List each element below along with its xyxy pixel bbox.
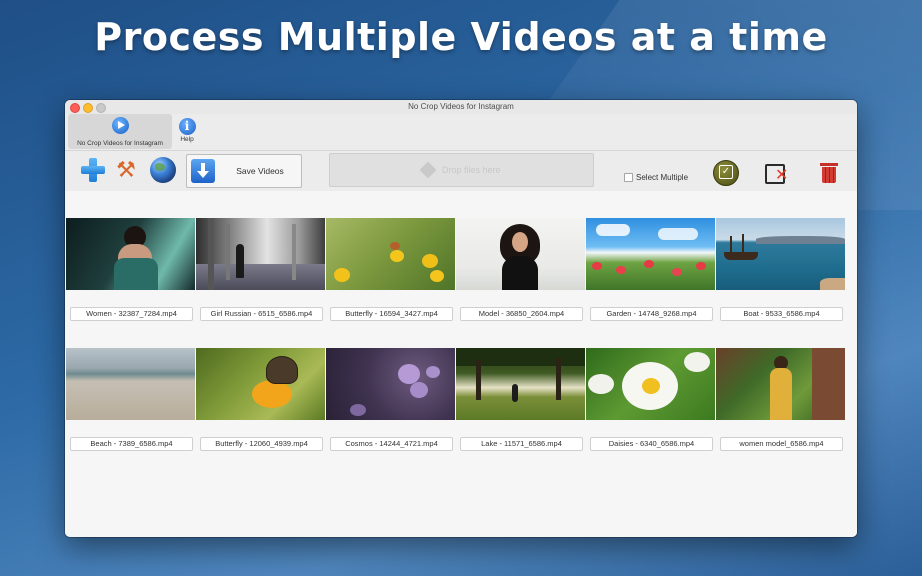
drop-box-icon [419,161,437,179]
drop-files-label: Drop files here [442,165,501,175]
save-videos-label: Save Videos [236,166,284,176]
video-filename: Girl Russian - 6515_6586.mp4 [200,307,323,321]
video-filename: Boat - 9533_6586.mp4 [720,307,843,321]
select-multiple-label: Select Multiple [636,173,689,182]
video-thumbnail[interactable] [66,218,195,290]
video-filename: Model - 36850_2604.mp4 [460,307,583,321]
video-thumbnail[interactable] [716,348,845,420]
promo-headline: Process Multiple Videos at a time [94,15,828,59]
select-multiple-toggle[interactable]: Select Multiple [624,173,688,182]
video-filename: Garden - 14748_9268.mp4 [590,307,713,321]
tab-bar: No Crop Videos for Instagram i Help [65,114,857,150]
trash-icon[interactable] [819,163,839,183]
video-grid: Women - 32387_7284.mp4 Girl Russian - 65… [65,191,857,537]
video-thumbnail[interactable] [66,348,195,420]
video-thumbnail[interactable] [196,218,325,290]
video-thumbnail[interactable] [716,218,845,290]
video-thumbnail[interactable] [196,348,325,420]
toolbar: ⚒ Save Videos Drop files here Select Mul… [65,150,857,192]
video-filename: women model_6586.mp4 [720,437,843,451]
select-multiple-checkbox[interactable] [624,173,633,182]
video-thumbnail[interactable] [326,348,455,420]
save-videos-button[interactable]: Save Videos [186,154,302,188]
drop-files-zone[interactable]: Drop files here [329,153,594,187]
video-filename: Beach - 7389_6586.mp4 [70,437,193,451]
video-filename: Butterfly - 12060_4939.mp4 [200,437,323,451]
download-icon [191,159,215,183]
play-icon [111,117,129,134]
tab-no-crop-videos[interactable]: No Crop Videos for Instagram [68,114,172,149]
check-all-icon[interactable] [713,160,739,186]
video-thumbnail[interactable] [456,348,585,420]
settings-tools-icon[interactable]: ⚒ [113,157,139,183]
video-thumbnail[interactable] [456,218,585,290]
video-thumbnail[interactable] [586,348,715,420]
video-thumbnail[interactable] [326,218,455,290]
video-filename: Cosmos - 14244_4721.mp4 [330,437,453,451]
video-filename: Daisies - 6340_6586.mp4 [590,437,713,451]
globe-icon[interactable] [150,157,176,183]
video-filename: Butterfly - 16594_3427.mp4 [330,307,453,321]
tab-help-label: Help [180,136,194,143]
trash-lid [820,163,838,166]
add-videos-button[interactable] [80,157,106,183]
video-filename: Lake - 11571_6586.mp4 [460,437,583,451]
video-filename: Women - 32387_7284.mp4 [70,307,193,321]
tab-help[interactable]: i Help [175,117,199,143]
tab-main-label: No Crop Videos for Instagram [77,140,163,147]
window-title: No Crop Videos for Instagram [408,102,514,111]
video-thumbnail[interactable] [586,218,715,290]
title-bar: No Crop Videos for Instagram [65,100,857,114]
info-icon: i [178,118,196,135]
app-window: No Crop Videos for Instagram No Crop Vid… [65,100,857,537]
uncheck-x-shape: ✕ [775,167,789,184]
trash-can [822,167,836,183]
uncheck-all-icon[interactable]: ✕ [763,162,789,184]
